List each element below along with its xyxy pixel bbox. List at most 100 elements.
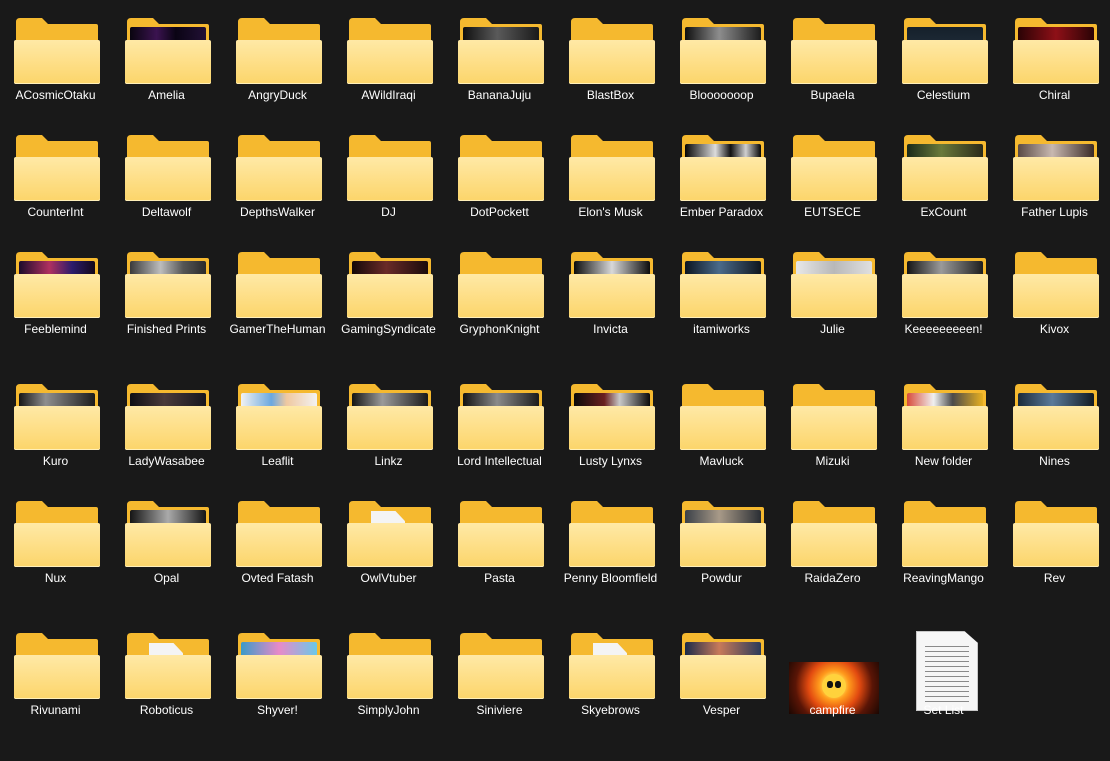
explorer-item-rivunami[interactable]: Rivunami — [2, 617, 109, 727]
explorer-item-feeblemind[interactable]: Feeblemind — [2, 236, 109, 346]
explorer-item-celestium[interactable]: Celestium — [890, 2, 997, 112]
folder-icon — [680, 382, 766, 452]
explorer-item-reavingmango[interactable]: ReavingMango — [890, 485, 997, 595]
folder-icon — [14, 499, 100, 569]
item-label: Finished Prints — [126, 322, 207, 336]
item-label: Mizuki — [815, 454, 850, 468]
explorer-item-mavluck[interactable]: Mavluck — [668, 368, 775, 478]
item-label: DotPockett — [470, 205, 529, 219]
item-label: ACosmicOtaku — [15, 88, 96, 102]
item-label: Nines — [1039, 454, 1070, 468]
item-label: Mavluck — [699, 454, 744, 468]
explorer-item-amelia[interactable]: Amelia — [113, 2, 220, 112]
explorer-item-eutsece[interactable]: EUTSECE — [779, 119, 886, 229]
explorer-item-powdur[interactable]: Powdur — [668, 485, 775, 595]
folder-icon — [569, 16, 655, 86]
explorer-item-kuro[interactable]: Kuro — [2, 368, 109, 478]
folder-icon — [680, 133, 766, 203]
explorer-item-mizuki[interactable]: Mizuki — [779, 368, 886, 478]
item-label: DJ — [381, 205, 396, 219]
explorer-item-gamerthehuman[interactable]: GamerTheHuman — [224, 236, 331, 346]
folder-icon — [14, 250, 100, 320]
explorer-item-acosmicotaku[interactable]: ACosmicOtaku — [2, 2, 109, 112]
explorer-item-awildiraqi[interactable]: AWildIraqi — [335, 2, 442, 112]
explorer-item-shyver-[interactable]: Shyver! — [224, 617, 331, 727]
explorer-item-raidazero[interactable]: RaidaZero — [779, 485, 886, 595]
explorer-item-lord-intellectual[interactable]: Lord Intellectual — [446, 368, 553, 478]
item-label: Ember Paradox — [679, 205, 764, 219]
folder-icon — [791, 382, 877, 452]
explorer-item-lusty-lynxs[interactable]: Lusty Lynxs — [557, 368, 664, 478]
explorer-item-rev[interactable]: Rev — [1001, 485, 1108, 595]
explorer-item-gamingsyndicate[interactable]: GamingSyndicate — [335, 236, 442, 346]
explorer-item-opal[interactable]: Opal — [113, 485, 220, 595]
explorer-item-kivox[interactable]: Kivox — [1001, 236, 1108, 346]
explorer-item-angryduck[interactable]: AngryDuck — [224, 2, 331, 112]
item-label: Kivox — [1039, 322, 1070, 336]
explorer-item-penny-bloomfield[interactable]: Penny Bloomfield — [557, 485, 664, 595]
folder-icon — [347, 631, 433, 701]
item-label: DepthsWalker — [240, 205, 315, 219]
folder-icon — [347, 382, 433, 452]
item-label: BlastBox — [586, 88, 635, 102]
item-label: Elon's Musk — [578, 205, 643, 219]
explorer-item-counterint[interactable]: CounterInt — [2, 119, 109, 229]
explorer-item-father-lupis[interactable]: Father Lupis — [1001, 119, 1108, 229]
item-label: AngryDuck — [248, 88, 307, 102]
explorer-item-itamiworks[interactable]: itamiworks — [668, 236, 775, 346]
explorer-item-julie[interactable]: Julie — [779, 236, 886, 346]
explorer-item-finished-prints[interactable]: Finished Prints — [113, 236, 220, 346]
explorer-item-depthswalker[interactable]: DepthsWalker — [224, 119, 331, 229]
explorer-item-chiral[interactable]: Chiral — [1001, 2, 1108, 112]
item-label: BananaJuju — [467, 88, 532, 102]
folder-icon — [125, 16, 211, 86]
item-label: Rev — [1043, 571, 1066, 585]
explorer-item-skyebrows[interactable]: Skyebrows — [557, 617, 664, 727]
explorer-item-simplyjohn[interactable]: SimplyJohn — [335, 617, 442, 727]
explorer-item-pasta[interactable]: Pasta — [446, 485, 553, 595]
item-label: GamerTheHuman — [229, 322, 326, 336]
item-label: OwlVtuber — [360, 571, 417, 585]
item-label: Nux — [44, 571, 67, 585]
folder-icon — [680, 250, 766, 320]
explorer-item-owlvtuber[interactable]: OwlVtuber — [335, 485, 442, 595]
folder-icon — [125, 631, 211, 701]
item-label: Leaflit — [261, 454, 294, 468]
explorer-item-siniviere[interactable]: Siniviere — [446, 617, 553, 727]
explorer-item-set-list[interactable]: Set List — [890, 617, 997, 727]
explorer-item-leaflit[interactable]: Leaflit — [224, 368, 331, 478]
explorer-item-campfire[interactable]: campfire — [779, 617, 886, 727]
explorer-item-dj[interactable]: DJ — [335, 119, 442, 229]
item-label: Blooooooop — [689, 88, 754, 102]
explorer-item-linkz[interactable]: Linkz — [335, 368, 442, 478]
folder-icon — [902, 250, 988, 320]
explorer-item-nines[interactable]: Nines — [1001, 368, 1108, 478]
explorer-item-new-folder[interactable]: New folder — [890, 368, 997, 478]
folder-icon — [125, 382, 211, 452]
explorer-item-excount[interactable]: ExCount — [890, 119, 997, 229]
explorer-item-elon-s-musk[interactable]: Elon's Musk — [557, 119, 664, 229]
explorer-item-keeeeeeeeen-[interactable]: Keeeeeeeeen! — [890, 236, 997, 346]
folder-icon — [14, 631, 100, 701]
folder-icon — [902, 382, 988, 452]
explorer-item-gryphonknight[interactable]: GryphonKnight — [446, 236, 553, 346]
folder-icon — [569, 382, 655, 452]
explorer-item-roboticus[interactable]: Roboticus — [113, 617, 220, 727]
explorer-item-ovted-fatash[interactable]: Ovted Fatash — [224, 485, 331, 595]
explorer-item-nux[interactable]: Nux — [2, 485, 109, 595]
folder-icon — [1013, 382, 1099, 452]
explorer-item-dotpockett[interactable]: DotPockett — [446, 119, 553, 229]
item-label: Pasta — [484, 571, 515, 585]
explorer-item-deltawolf[interactable]: Deltawolf — [113, 119, 220, 229]
explorer-item-bupaela[interactable]: Bupaela — [779, 2, 886, 112]
explorer-item-ladywasabee[interactable]: LadyWasabee — [113, 368, 220, 478]
folder-icon — [680, 499, 766, 569]
explorer-item-blooooooop[interactable]: Blooooooop — [668, 2, 775, 112]
explorer-item-invicta[interactable]: Invicta — [557, 236, 664, 346]
explorer-item-blastbox[interactable]: BlastBox — [557, 2, 664, 112]
explorer-item-bananajuju[interactable]: BananaJuju — [446, 2, 553, 112]
item-label: Shyver! — [257, 703, 298, 717]
explorer-item-vesper[interactable]: Vesper — [668, 617, 775, 727]
item-label: CounterInt — [27, 205, 84, 219]
explorer-item-ember-paradox[interactable]: Ember Paradox — [668, 119, 775, 229]
